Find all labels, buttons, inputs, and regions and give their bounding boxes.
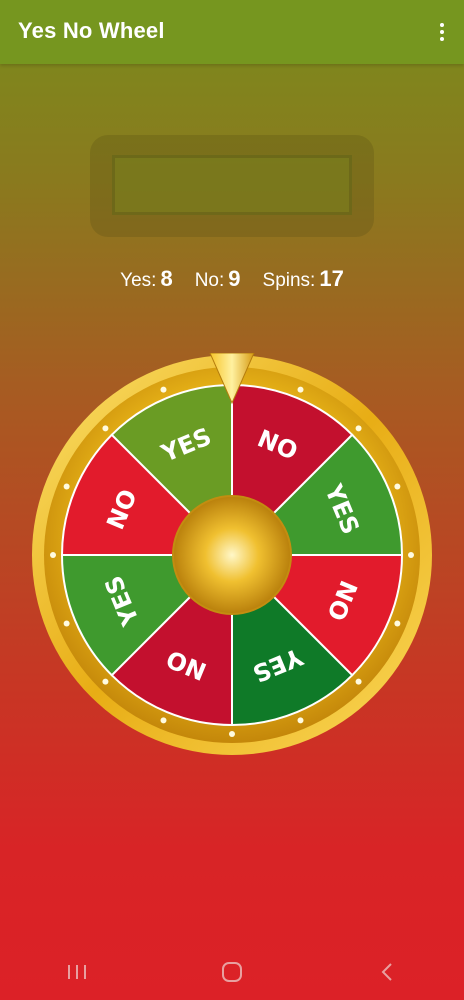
spins-count: 17: [319, 266, 344, 291]
recents-icon[interactable]: [47, 952, 107, 992]
rim-light: [102, 678, 109, 685]
stats-bar: Yes: 8 No: 9 Spins: 17: [0, 266, 464, 298]
rim-light: [160, 717, 167, 724]
rim-light: [160, 386, 167, 393]
system-nav-bar: [0, 944, 464, 1000]
yes-stat: Yes: 8: [120, 266, 173, 292]
result-display: [112, 155, 352, 215]
spins-stat: Spins: 17: [263, 266, 344, 292]
yes-count: 8: [160, 266, 173, 291]
wheel-graphic[interactable]: NOYESNOYESNOYESNOYES: [30, 353, 434, 757]
home-icon[interactable]: [202, 952, 262, 992]
rim-light: [63, 620, 70, 627]
result-frame: [90, 135, 374, 237]
back-icon[interactable]: [357, 952, 417, 992]
rim-light: [394, 620, 401, 627]
more-vert-icon[interactable]: [432, 18, 452, 46]
no-label: No:: [194, 270, 225, 291]
rim-light: [229, 731, 235, 737]
app-bar: Yes No Wheel: [0, 0, 464, 64]
rim-light: [355, 425, 362, 432]
rim-light: [102, 425, 109, 432]
rim-light: [297, 717, 304, 724]
rim-light: [408, 552, 414, 558]
spin-wheel[interactable]: NO YES NO YES NO YES NO YES: [30, 353, 434, 757]
yes-label: Yes:: [120, 270, 157, 291]
app-title: Yes No Wheel: [18, 18, 165, 43]
wheel-hub[interactable]: [172, 495, 292, 615]
no-stat: No: 9: [195, 266, 241, 292]
rim-light: [297, 386, 304, 393]
rim-light: [355, 678, 362, 685]
no-count: 9: [228, 266, 241, 291]
rim-light: [50, 552, 56, 558]
spins-label: Spins:: [262, 270, 316, 291]
rim-light: [394, 483, 401, 490]
rim-light: [63, 483, 70, 490]
